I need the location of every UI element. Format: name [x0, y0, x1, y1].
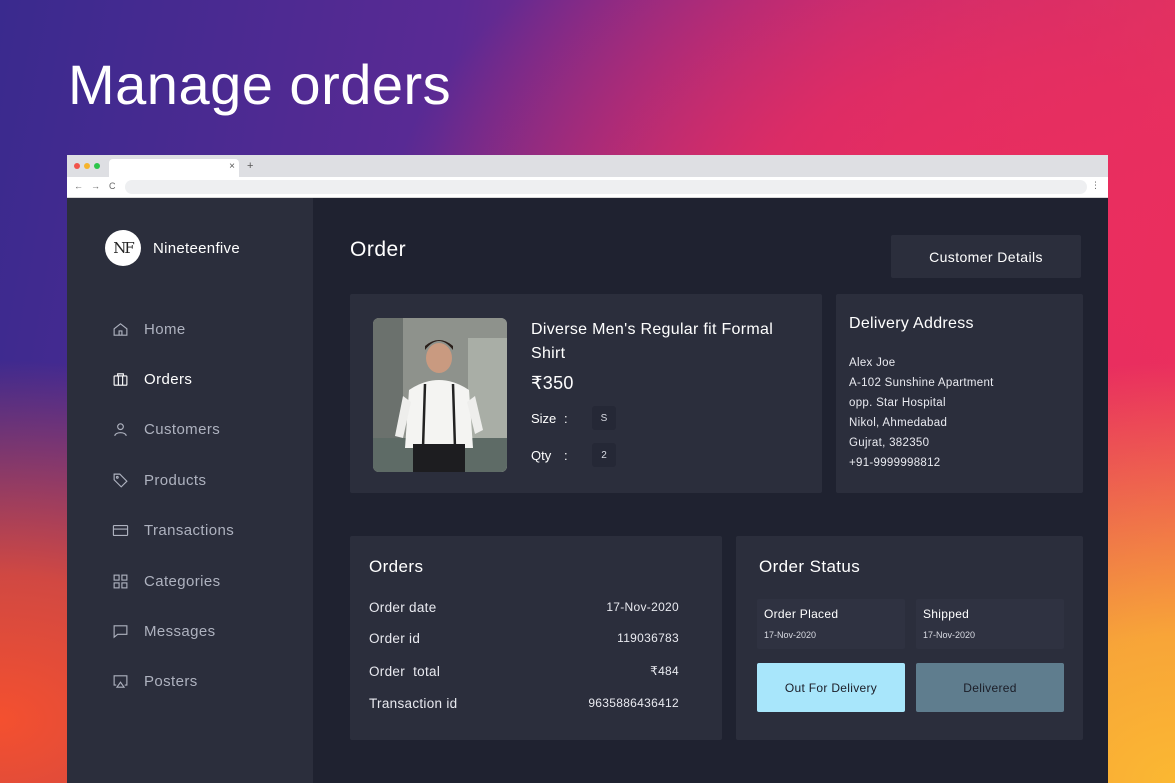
qty-value: 2: [592, 443, 616, 467]
sidebar-item-home[interactable]: Home: [111, 304, 234, 354]
sidebar-item-posters[interactable]: Posters: [111, 657, 234, 707]
cast-icon: [111, 673, 129, 691]
window-controls: [74, 163, 100, 169]
size-separator: :: [564, 410, 568, 426]
status-step-shipped: Shipped 17-Nov-2020: [916, 599, 1064, 649]
order-date-value: 17-Nov-2020: [606, 600, 679, 614]
home-icon: [111, 320, 129, 338]
sidebar: NF Nineteenfive Home Orders Customers Pr…: [67, 198, 313, 783]
message-icon: [111, 623, 129, 641]
address-line: Alex Joe: [849, 357, 896, 369]
close-window-button[interactable]: [74, 163, 80, 169]
delivered-button[interactable]: Delivered: [916, 663, 1064, 712]
minimize-window-button[interactable]: [84, 163, 90, 169]
status-step-order-placed: Order Placed 17-Nov-2020: [757, 599, 905, 649]
sidebar-item-categories[interactable]: Categories: [111, 556, 234, 606]
order-status-title: Order Status: [759, 557, 861, 576]
browser-menu-icon[interactable]: ⋮: [1091, 180, 1100, 191]
qty-label: Qty: [531, 447, 552, 463]
page-title: Order: [350, 238, 407, 261]
address-line: +91-9999998812: [849, 457, 941, 469]
qty-row: Qty : 2: [531, 443, 616, 467]
browser-tab[interactable]: ×: [109, 159, 239, 177]
sidebar-item-label: Categories: [144, 572, 221, 590]
brand-logo: NF: [105, 230, 141, 266]
out-for-delivery-button[interactable]: Out For Delivery: [757, 663, 905, 712]
briefcase-icon: [111, 371, 129, 389]
user-icon: [111, 421, 129, 439]
size-label: Size: [531, 410, 557, 426]
order-id-label: Order id: [369, 631, 421, 646]
size-value: S: [592, 406, 616, 430]
size-row: Size : S: [531, 406, 616, 430]
sidebar-item-orders[interactable]: Orders: [111, 354, 234, 404]
order-total-label: Order total: [369, 664, 441, 679]
new-tab-icon[interactable]: +: [247, 160, 253, 172]
brand[interactable]: NF Nineteenfive: [105, 230, 240, 266]
sidebar-item-customers[interactable]: Customers: [111, 405, 234, 455]
back-icon[interactable]: ←: [74, 181, 83, 191]
qty-separator: :: [564, 447, 568, 463]
status-step-date: 17-Nov-2020: [764, 630, 817, 640]
orders-summary-title: Orders: [369, 557, 424, 576]
maximize-window-button[interactable]: [94, 163, 100, 169]
reload-icon[interactable]: C: [109, 181, 116, 191]
sidebar-nav: Home Orders Customers Products Transacti…: [111, 304, 234, 707]
close-tab-icon[interactable]: ×: [229, 161, 235, 172]
product-image: [373, 318, 507, 472]
product-photo-illustration: [373, 318, 507, 472]
product-name: Diverse Men's Regular fit Formal Shirt: [531, 321, 774, 362]
app-root: NF Nineteenfive Home Orders Customers Pr…: [67, 198, 1108, 783]
forward-icon[interactable]: →: [91, 181, 100, 191]
status-step-label: Order Placed: [764, 607, 839, 621]
order-date-row: Order date 17-Nov-2020: [369, 600, 679, 615]
address-line: Nikol, Ahmedabad: [849, 417, 948, 429]
address-bar[interactable]: [125, 180, 1087, 194]
order-status-card: Order Status Order Placed 17-Nov-2020 Sh…: [736, 536, 1083, 740]
order-id-row: Order id 119036783: [369, 631, 679, 646]
brand-name: Nineteenfive: [153, 239, 240, 257]
sidebar-item-label: Orders: [144, 371, 193, 389]
sidebar-item-label: Posters: [144, 673, 198, 691]
browser-window: × + ← → C ⋮ NF Nineteenfive Home Orders: [67, 155, 1108, 783]
credit-card-icon: [111, 522, 129, 540]
delivery-address-card: Delivery Address Alex Joe A-102 Sunshine…: [836, 294, 1083, 493]
sidebar-item-label: Transactions: [144, 522, 235, 540]
tag-icon: [111, 471, 129, 489]
status-step-date: 17-Nov-2020: [923, 630, 976, 640]
product-card: Diverse Men's Regular fit Formal Shirt ₹…: [350, 294, 822, 493]
browser-tab-strip: × +: [67, 155, 1108, 177]
sidebar-item-label: Products: [144, 471, 207, 489]
address-line: Gujrat, 382350: [849, 437, 930, 449]
address-line: A-102 Sunshine Apartment: [849, 377, 994, 389]
sidebar-item-label: Customers: [144, 421, 221, 439]
transaction-id-label: Transaction id: [369, 696, 458, 711]
transaction-id-row: Transaction id 9635886436412: [369, 696, 679, 711]
main-content: Order Customer Details Diverse Men's Reg…: [313, 198, 1108, 783]
orders-summary-card: Orders Order date 17-Nov-2020 Order id 1…: [350, 536, 722, 740]
order-id-value: 119036783: [617, 631, 679, 645]
order-date-label: Order date: [369, 600, 437, 615]
sidebar-item-transactions[interactable]: Transactions: [111, 506, 234, 556]
order-total-row: Order total ₹484: [369, 664, 679, 679]
sidebar-item-label: Messages: [144, 623, 216, 641]
sidebar-item-products[interactable]: Products: [111, 455, 234, 505]
delivery-address-title: Delivery Address: [849, 315, 974, 332]
sidebar-item-label: Home: [144, 320, 186, 338]
browser-toolbar: ← → C ⋮: [67, 177, 1108, 198]
delivery-address-lines: Alex Joe A-102 Sunshine Apartment opp. S…: [849, 353, 994, 473]
order-total-value: ₹484: [650, 664, 679, 678]
address-line: opp. Star Hospital: [849, 397, 946, 409]
sidebar-item-messages[interactable]: Messages: [111, 606, 234, 656]
grid-icon: [111, 572, 129, 590]
hero-title: Manage orders: [68, 53, 452, 116]
product-price: ₹350: [531, 373, 574, 393]
status-step-label: Shipped: [923, 607, 970, 621]
transaction-id-value: 9635886436412: [588, 696, 679, 710]
customer-details-button[interactable]: Customer Details: [891, 235, 1081, 278]
